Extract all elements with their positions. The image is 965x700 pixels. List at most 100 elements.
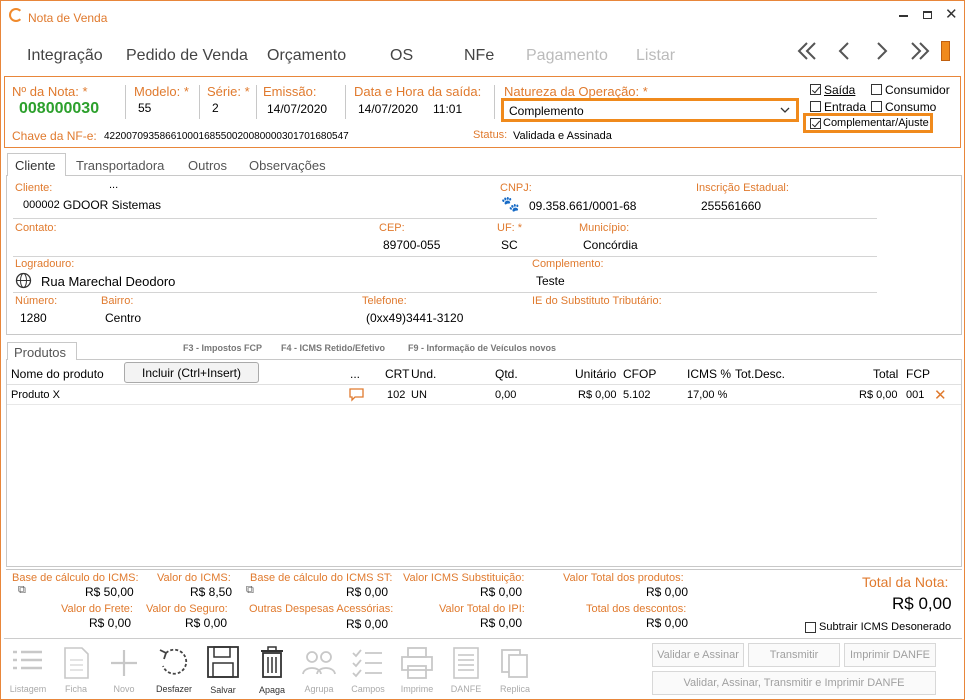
col-totdesc: Tot.Desc.: [735, 367, 786, 381]
bairro-label: Bairro:: [101, 295, 134, 307]
row-total[interactable]: R$ 0,00: [859, 389, 898, 401]
last-record-icon[interactable]: [909, 41, 931, 61]
v-desc-value: R$ 0,00: [646, 616, 689, 630]
row-nome[interactable]: Produto X: [11, 389, 60, 401]
menu-orcamento[interactable]: Orçamento: [267, 47, 346, 65]
chevron-down-icon: [780, 107, 790, 113]
menu-pedido-de-venda[interactable]: Pedido de Venda: [126, 47, 248, 65]
emissao-value[interactable]: 14/07/2020: [267, 102, 327, 116]
consumo-checkbox-label: Consumo: [885, 100, 937, 114]
undo-icon[interactable]: [156, 646, 192, 680]
minimize-icon[interactable]: [899, 15, 908, 17]
save-icon[interactable]: [205, 645, 241, 679]
cliente-nome[interactable]: GDOOR Sistemas: [63, 198, 161, 212]
telefone-value[interactable]: (0xx49)3441-3120: [366, 311, 463, 325]
outras-label: Outras Despesas Acessórias:: [249, 603, 394, 615]
validar-assinar-button[interactable]: Validar e Assinar: [652, 643, 744, 667]
campos-label: Campos: [351, 684, 385, 694]
row-fcp[interactable]: 001: [906, 389, 924, 401]
v-prod-label: Valor Total dos produtos:: [563, 572, 684, 584]
transmitir-button[interactable]: Transmitir: [748, 643, 840, 667]
validar-assinar-label: Validar e Assinar: [657, 649, 739, 661]
menu-integracao[interactable]: Integração: [27, 47, 103, 65]
prev-record-icon[interactable]: [836, 41, 852, 61]
subtrair-checkbox[interactable]: [805, 622, 816, 633]
ficha-label: Ficha: [64, 684, 87, 694]
cnpj-label: CNPJ:: [500, 182, 532, 194]
col-total: Total: [873, 367, 899, 381]
row-und[interactable]: UN: [411, 389, 427, 401]
tab-outros[interactable]: Outros: [188, 158, 227, 173]
danfe-document-icon[interactable]: [448, 646, 484, 680]
bc-st-detail-icon[interactable]: ⧉: [246, 584, 254, 597]
serie-value[interactable]: 2: [212, 101, 219, 115]
row-cfop[interactable]: 5.102: [623, 389, 651, 401]
bc-icms-value: R$ 50,00: [85, 585, 134, 599]
ie-value[interactable]: 255561660: [701, 199, 761, 213]
col-fcp: FCP: [906, 367, 930, 381]
tab-transportadora[interactable]: Transportadora: [76, 158, 164, 173]
saida-hora-value[interactable]: 11:01: [433, 102, 462, 116]
natureza-label: Natureza da Operação: *: [504, 84, 648, 99]
validar-tudo-button[interactable]: Validar, Assinar, Transmitir e Imprimir …: [652, 671, 936, 695]
entrada-checkbox[interactable]: [810, 101, 821, 112]
window-title: Nota de Venda: [28, 11, 108, 25]
num-nota-value: 008000030: [19, 100, 100, 117]
consumo-checkbox[interactable]: [871, 101, 882, 112]
first-record-icon[interactable]: [796, 41, 818, 61]
cnpj-value[interactable]: 09.358.661/0001-68: [529, 199, 636, 213]
chave-label: Chave da NF-e:: [12, 129, 97, 143]
bc-icms-detail-icon[interactable]: ⧉: [18, 584, 26, 597]
menu-nfe[interactable]: NFe: [464, 47, 494, 65]
trash-icon[interactable]: [254, 645, 290, 679]
consumidor-checkbox[interactable]: [871, 84, 882, 95]
row-crt[interactable]: 102: [387, 389, 405, 401]
printer-icon[interactable]: [399, 646, 435, 680]
complementar-checkbox-label: Complementar/Ajuste: [823, 117, 929, 129]
municipio-value[interactable]: Concórdia: [583, 238, 638, 252]
comment-icon[interactable]: [348, 387, 365, 402]
imprimir-danfe-button[interactable]: Imprimir DANFE: [844, 643, 936, 667]
row-qtd[interactable]: 0,00: [495, 389, 516, 401]
incluir-button-label: Incluir (Ctrl+Insert): [141, 366, 242, 380]
uf-value[interactable]: SC: [501, 238, 518, 252]
record-card-icon[interactable]: [58, 646, 94, 680]
row-icms[interactable]: 17,00 %: [687, 389, 727, 401]
col-und: Und.: [411, 367, 437, 381]
menu-listar: Listar: [636, 47, 676, 64]
col-cfop: CFOP: [623, 367, 657, 381]
saida-data-value[interactable]: 14/07/2020: [358, 102, 418, 116]
saida-checkbox[interactable]: [810, 84, 821, 95]
apaga-label: Apaga: [258, 685, 286, 695]
complementar-checkbox[interactable]: [810, 118, 821, 129]
natureza-select[interactable]: Complemento: [501, 98, 799, 122]
bairro-value[interactable]: Centro: [105, 311, 141, 325]
delete-row-icon[interactable]: ✕: [934, 386, 947, 404]
table-row[interactable]: [7, 385, 961, 405]
globe-icon[interactable]: [15, 272, 32, 289]
imprimir-danfe-label: Imprimir DANFE: [849, 649, 931, 661]
cliente-label: Cliente:: [15, 182, 53, 194]
list-icon[interactable]: [10, 646, 46, 680]
incluir-button[interactable]: Incluir (Ctrl+Insert): [124, 362, 259, 383]
v-desc-label: Total dos descontos:: [586, 603, 687, 615]
menu-os[interactable]: OS: [390, 47, 413, 65]
maximize-icon[interactable]: [923, 11, 932, 19]
row-unitario[interactable]: R$ 0,00: [578, 389, 617, 401]
bc-st-value: R$ 0,00: [346, 585, 389, 599]
emissao-label: Emissão:: [263, 84, 317, 99]
next-record-icon[interactable]: [874, 41, 890, 61]
fields-checklist-icon[interactable]: [350, 646, 386, 680]
complemento-value[interactable]: Teste: [536, 274, 565, 288]
cep-value[interactable]: 89700-055: [383, 238, 440, 252]
modelo-value[interactable]: 55: [138, 101, 151, 115]
group-icon[interactable]: [301, 646, 337, 680]
cliente-search-button[interactable]: ...: [109, 179, 118, 191]
logradouro-value[interactable]: Rua Marechal Deodoro: [41, 274, 175, 289]
numero-value[interactable]: 1280: [20, 311, 47, 325]
replicate-icon[interactable]: [497, 646, 533, 680]
paw-icon[interactable]: 🐾: [501, 195, 520, 213]
tab-observacoes[interactable]: Observações: [249, 158, 326, 173]
plus-icon[interactable]: [106, 646, 142, 680]
close-icon[interactable]: ✕: [945, 5, 958, 23]
